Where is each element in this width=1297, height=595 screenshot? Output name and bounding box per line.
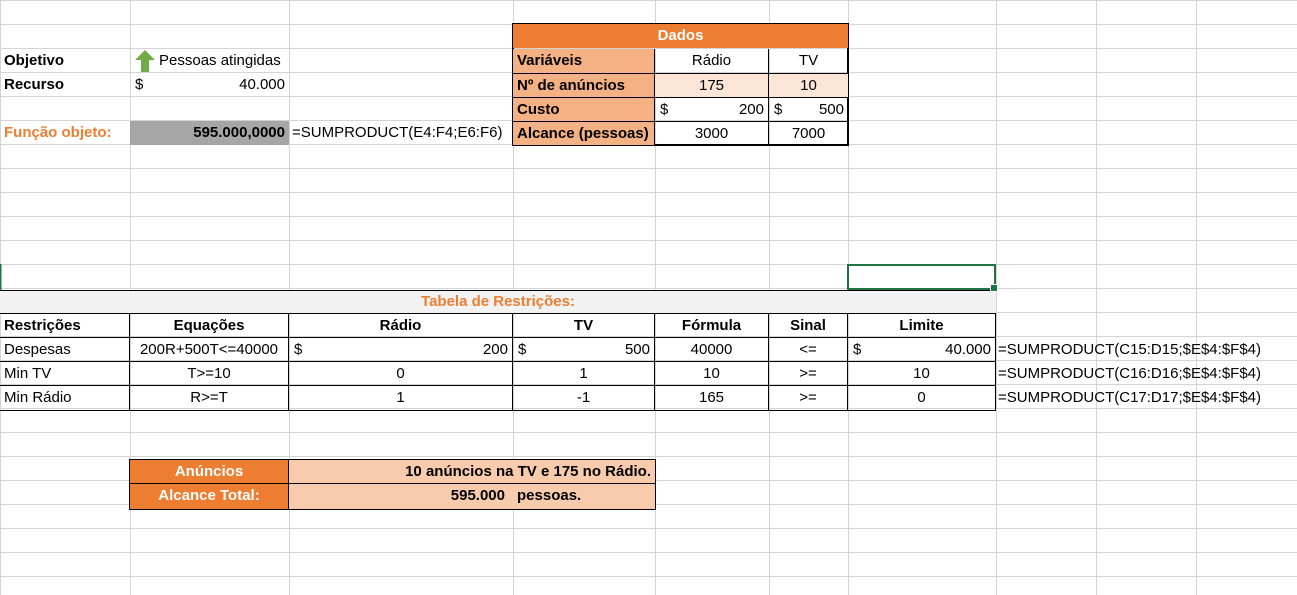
constraint-limit[interactable]: $40.000 bbox=[848, 338, 996, 362]
constraint-tv[interactable]: -1 bbox=[513, 386, 655, 410]
data-row-ads-tv[interactable]: 10 bbox=[769, 73, 848, 97]
summary-reach-value: 595.000 bbox=[450, 487, 505, 504]
constraint-equation[interactable]: R>=T bbox=[130, 386, 289, 410]
constraint-radio[interactable]: $200 bbox=[289, 338, 513, 362]
constraint-name: Min Rádio bbox=[0, 386, 130, 410]
data-row-cost-tv[interactable]: $ 500 bbox=[769, 97, 848, 121]
data-row-ads-label: Nº de anúncios bbox=[513, 73, 655, 97]
fill-handle[interactable] bbox=[990, 284, 998, 292]
constraints-header-limite: Limite bbox=[848, 314, 996, 338]
constraint-radio-value: 200 bbox=[482, 341, 508, 358]
cost-tv-currency: $ bbox=[774, 101, 783, 118]
constraint-radio[interactable]: 1 bbox=[289, 386, 513, 410]
objective-function-formula: =SUMPRODUCT(E4:F4;E6:F6) bbox=[292, 124, 503, 141]
constraint-formula[interactable]: 165 bbox=[655, 386, 769, 410]
green-up-arrow-icon bbox=[135, 50, 155, 72]
constraint-tv[interactable]: $500 bbox=[513, 338, 655, 362]
summary-reach-cell[interactable]: 595.000 pessoas. bbox=[289, 484, 655, 509]
constraints-header-radio: Rádio bbox=[289, 314, 513, 338]
constraint-limit[interactable]: 0 bbox=[848, 386, 996, 410]
cost-radio-value: 200 bbox=[738, 101, 764, 118]
constraint-limit[interactable]: 10 bbox=[848, 362, 996, 386]
constraint-sign[interactable]: <= bbox=[769, 338, 848, 362]
selected-cell[interactable] bbox=[847, 264, 998, 292]
constraint-name: Despesas bbox=[0, 338, 130, 362]
constraint-sign[interactable]: >= bbox=[769, 386, 848, 410]
resource-currency: $ bbox=[135, 76, 144, 93]
constraint-excel-formula: =SUMPRODUCT(C17:D17;$E$4:$F$4) bbox=[998, 389, 1262, 406]
data-row-cost-label: Custo bbox=[513, 97, 655, 121]
constraint-tv-currency: $ bbox=[518, 341, 527, 358]
cost-radio-currency: $ bbox=[660, 101, 669, 118]
constraint-formula[interactable]: 10 bbox=[655, 362, 769, 386]
summary-reach-label: Alcance Total: bbox=[130, 484, 289, 509]
constraint-formula[interactable]: 40000 bbox=[655, 338, 769, 362]
constraint-excel-formula: =SUMPRODUCT(C15:D15;$E$4:$F$4) bbox=[998, 341, 1262, 358]
constraints-header-restricoes: Restrições bbox=[0, 314, 130, 338]
data-header-variables: Variáveis bbox=[513, 49, 655, 73]
constraint-tv-value: 500 bbox=[624, 341, 650, 358]
resource-value-cell[interactable]: $ 40.000 bbox=[130, 73, 289, 97]
constraints-header-formula: Fórmula bbox=[655, 314, 769, 338]
constraints-header-tv: TV bbox=[513, 314, 655, 338]
summary-ads-value[interactable]: 10 anúncios na TV e 175 no Rádio. bbox=[289, 460, 655, 484]
constraint-excel-formula: =SUMPRODUCT(C16:D16;$E$4:$F$4) bbox=[998, 365, 1262, 382]
summary-reach-unit: pessoas. bbox=[517, 487, 582, 504]
constraint-limit-value: 40.000 bbox=[945, 341, 991, 358]
objective-function-value[interactable]: 595.000,0000 bbox=[130, 121, 289, 145]
constraints-header-sinal: Sinal bbox=[769, 314, 848, 338]
objective-label: Objetivo bbox=[4, 52, 65, 69]
data-row-reach-tv[interactable]: 7000 bbox=[769, 121, 848, 145]
constraint-limit-currency: $ bbox=[853, 341, 862, 358]
data-row-reach-label: Alcance (pessoas) bbox=[513, 121, 655, 145]
constraint-radio-currency: $ bbox=[294, 341, 303, 358]
resource-value: 40.000 bbox=[239, 76, 285, 93]
constraints-header-equacoes: Equações bbox=[130, 314, 289, 338]
objective-function-label: Função objeto: bbox=[4, 124, 112, 141]
data-header-tv: TV bbox=[798, 52, 819, 69]
data-table-title: Dados bbox=[513, 24, 848, 48]
summary-ads-label: Anúncios bbox=[130, 460, 289, 484]
constraint-sign[interactable]: >= bbox=[769, 362, 848, 386]
resource-label: Recurso bbox=[4, 76, 65, 93]
constraint-name: Min TV bbox=[0, 362, 130, 386]
data-header-radio: Rádio bbox=[655, 49, 769, 73]
cost-tv-value: 500 bbox=[818, 101, 844, 118]
constraint-radio[interactable]: 0 bbox=[289, 362, 513, 386]
constraints-title: Tabela de Restrições: bbox=[421, 293, 575, 310]
data-row-reach-radio[interactable]: 3000 bbox=[655, 121, 769, 145]
data-row-ads-radio[interactable]: 175 bbox=[655, 73, 769, 97]
constraint-equation[interactable]: 200R+500T<=40000 bbox=[130, 338, 289, 362]
data-row-cost-radio[interactable]: $ 200 bbox=[655, 97, 769, 121]
objective-value[interactable]: Pessoas atingidas bbox=[155, 49, 295, 73]
constraint-tv[interactable]: 1 bbox=[513, 362, 655, 386]
constraint-equation[interactable]: T>=10 bbox=[130, 362, 289, 386]
